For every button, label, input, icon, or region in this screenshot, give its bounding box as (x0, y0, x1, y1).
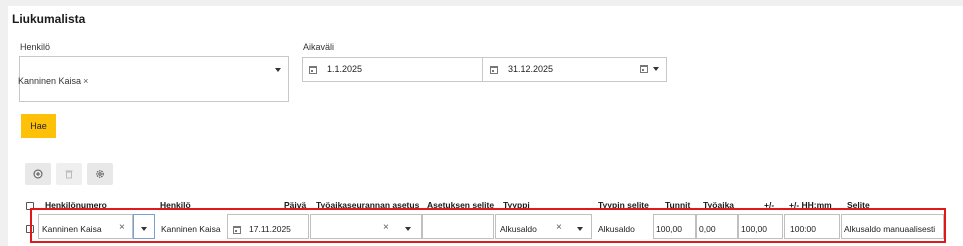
add-button[interactable] (25, 163, 51, 185)
worktime-value[interactable]: 0,00 (699, 224, 716, 234)
period-label: Aikaväli (303, 42, 335, 52)
date-value[interactable]: 17.11.2025 (249, 224, 291, 234)
clear-tracking-setting-icon[interactable]: × (383, 222, 389, 233)
delete-icon (65, 170, 73, 179)
add-icon (33, 169, 43, 179)
description-value[interactable]: Alkusaldo manuaalisesti (844, 224, 935, 234)
type-desc-value: Alkusaldo (598, 224, 635, 234)
search-button[interactable]: Hae (21, 114, 56, 138)
type-arrow-icon[interactable] (577, 227, 583, 231)
date-from-value[interactable]: 1.1.2025 (327, 64, 362, 74)
settings-button[interactable] (87, 163, 113, 185)
clear-type-icon[interactable]: × (556, 222, 562, 233)
calendar-picker-icon[interactable] (640, 65, 648, 73)
date-range-divider (482, 57, 483, 82)
employee-dropdown-arrow-icon[interactable] (141, 227, 147, 231)
setting-desc-field[interactable] (422, 214, 494, 239)
person-select-arrow-icon[interactable] (275, 68, 281, 72)
date-dropdown-arrow-icon[interactable] (653, 67, 659, 71)
calendar-from-icon[interactable] (309, 66, 317, 74)
selected-person-chip: Kanninen Kaisa × (18, 76, 88, 86)
date-to-value[interactable]: 31.12.2025 (508, 64, 553, 74)
hours-value[interactable]: 100,00 (656, 224, 682, 234)
remove-person-icon[interactable]: × (83, 76, 88, 86)
person-filter-label: Henkilö (20, 42, 51, 52)
delete-button[interactable] (56, 163, 82, 185)
clear-employee-icon[interactable]: × (119, 222, 125, 233)
calendar-to-icon[interactable] (490, 66, 498, 74)
person-value: Kanninen Kaisa (161, 224, 221, 234)
tracking-setting-arrow-icon[interactable] (405, 227, 411, 231)
settings-icon (96, 170, 104, 178)
plusminus-value[interactable]: 100,00 (741, 224, 767, 234)
row-calendar-icon[interactable] (233, 226, 241, 234)
employee-value: Kanninen Kaisa (42, 224, 102, 234)
plusminus-hhmm-value[interactable]: 100:00 (790, 224, 816, 234)
type-value: Alkusaldo (500, 224, 537, 234)
selected-person-label: Kanninen Kaisa (18, 76, 82, 86)
page-title: Liukumalista (12, 12, 86, 26)
